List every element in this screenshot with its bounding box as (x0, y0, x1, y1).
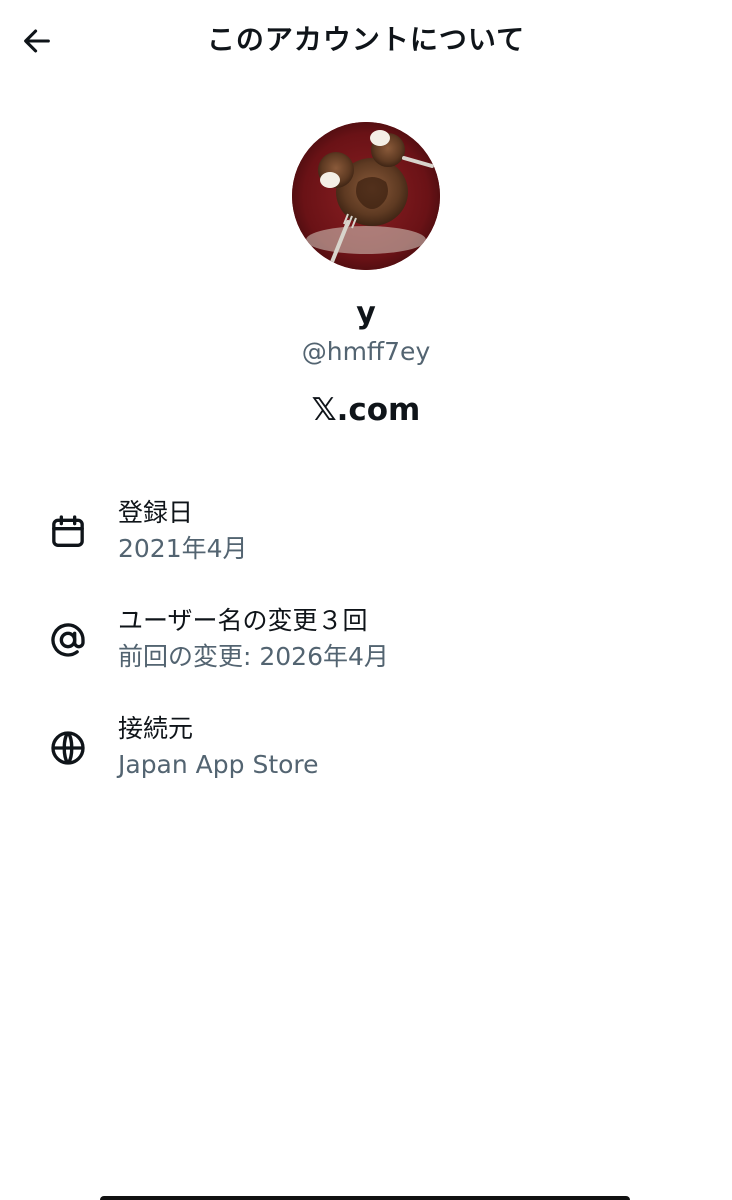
info-row-joined: 登録日 2021年4月 (0, 490, 732, 586)
display-name: y (356, 296, 376, 331)
username-changes-label: ユーザー名の変更３回 (118, 606, 368, 635)
page-title: このアカウントについて (206, 23, 526, 56)
last-change-date: 前回の変更: 2026年4月 (118, 642, 389, 671)
home-indicator[interactable] (100, 1196, 630, 1200)
calendar-icon (46, 510, 90, 554)
info-row-connected-via: 接続元 Japan App Store (0, 706, 732, 802)
joined-date: 2021年4月 (118, 534, 248, 563)
about-account-page: このアカウントについて y @hmff7ey 𝕏.com 登録日 2021年4月… (0, 0, 732, 1200)
joined-label: 登録日 (118, 498, 194, 527)
avatar[interactable] (292, 122, 440, 270)
username-handle: @hmff7ey (301, 337, 431, 366)
header: このアカウントについて (0, 0, 732, 84)
globe-icon (46, 726, 90, 770)
connected-via-label: 接続元 (118, 714, 194, 743)
connected-via-value: Japan App Store (118, 750, 319, 779)
at-sign-icon (46, 618, 90, 662)
site-label: 𝕏.com (311, 392, 421, 428)
info-row-username-changes: ユーザー名の変更３回 前回の変更: 2026年4月 (0, 598, 732, 694)
avatar-image (292, 122, 440, 270)
